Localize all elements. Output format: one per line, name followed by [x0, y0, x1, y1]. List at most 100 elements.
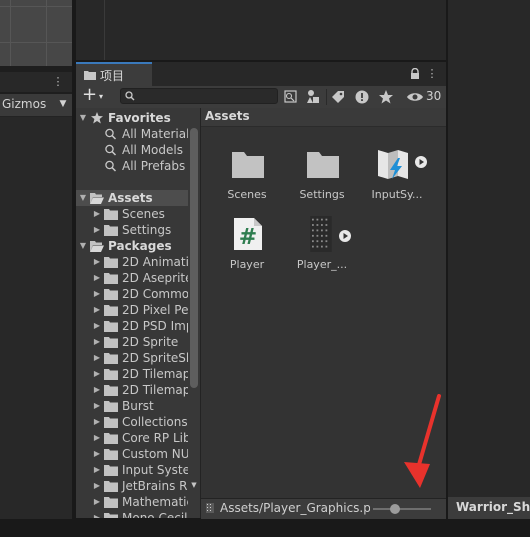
- collapse-arrow-icon[interactable]: ▶: [92, 254, 102, 270]
- scroll-down-icon[interactable]: ▼: [190, 480, 198, 490]
- tab-warrior-sheet[interactable]: Warrior_Shee: [456, 500, 530, 514]
- tree-item-favorite[interactable]: All Materials: [76, 126, 188, 142]
- type-filter-icon[interactable]: [304, 88, 324, 106]
- folder-icon: [104, 336, 118, 348]
- tree-favorites[interactable]: ▼ Favorites: [76, 110, 188, 126]
- tree-item-package[interactable]: ▶ Mathematics: [76, 494, 188, 510]
- expand-arrow-icon[interactable]: ▼: [78, 110, 88, 126]
- chevron-down-icon: ▾: [99, 92, 104, 101]
- folder-open-icon: [90, 192, 104, 204]
- tree-item-package[interactable]: ▶ Burst: [76, 398, 188, 414]
- folder-icon: [104, 304, 118, 316]
- collapse-arrow-icon[interactable]: ▶: [92, 302, 102, 318]
- folder-icon: [104, 352, 118, 364]
- gizmos-dropdown-icon[interactable]: ▼: [56, 97, 70, 111]
- spritesheet-icon: [310, 216, 332, 252]
- tree-item-package[interactable]: ▶ Custom NUnit: [76, 446, 188, 462]
- scene-view[interactable]: [0, 0, 72, 66]
- search-by-type-icon[interactable]: [280, 88, 300, 106]
- tree-item-favorite[interactable]: All Models: [76, 142, 188, 158]
- inspector-panel: [446, 0, 530, 497]
- collapse-arrow-icon[interactable]: ▶: [92, 318, 102, 334]
- tree-label: 2D Tilemap: [122, 383, 188, 397]
- collapse-arrow-icon[interactable]: ▶: [92, 334, 102, 350]
- folder-icon: [104, 224, 118, 236]
- tree-scroll-thumb[interactable]: [190, 128, 198, 388]
- collapse-arrow-icon[interactable]: ▶: [92, 286, 102, 302]
- hidden-packages-toggle[interactable]: 30: [406, 88, 444, 106]
- collapse-arrow-icon[interactable]: ▶: [92, 398, 102, 414]
- asset-tile[interactable]: Settings: [291, 146, 353, 218]
- star-icon: [90, 112, 104, 124]
- collapse-arrow-icon[interactable]: ▶: [92, 382, 102, 398]
- asset-tile[interactable]: Player_...: [291, 216, 353, 288]
- collapse-arrow-icon[interactable]: ▶: [92, 222, 102, 238]
- expand-asset-icon[interactable]: [415, 156, 427, 168]
- scene-menu-icon[interactable]: ⋮: [52, 75, 64, 89]
- script-glyph: #: [239, 225, 257, 250]
- collapse-arrow-icon[interactable]: ▶: [92, 366, 102, 382]
- collapse-arrow-icon[interactable]: ▶: [92, 350, 102, 366]
- tree-scrollbar[interactable]: ▼: [190, 116, 198, 489]
- collapse-arrow-icon[interactable]: ▶: [92, 270, 102, 286]
- zoom-slider[interactable]: [373, 503, 431, 515]
- panel-divider: [104, 0, 105, 60]
- tree-item-package[interactable]: ▶ 2D Pixel Perfect: [76, 302, 188, 318]
- expand-asset-icon[interactable]: [339, 230, 351, 242]
- tree-assets[interactable]: ▼ Assets: [76, 190, 188, 206]
- folder-icon: [104, 256, 118, 268]
- asset-tile[interactable]: InputSy...: [366, 146, 428, 218]
- tree-item-package[interactable]: ▶ Core RP Library: [76, 430, 188, 446]
- star-icon[interactable]: [376, 88, 396, 106]
- asset-tile[interactable]: Scenes: [216, 146, 278, 218]
- label-filter-icon[interactable]: [328, 88, 348, 106]
- folder-icon: [104, 512, 118, 518]
- folder-icon: [104, 208, 118, 220]
- tree-item-package[interactable]: ▶ 2D Tilemap: [76, 382, 188, 398]
- tree-item-package[interactable]: ▶ 2D Tilemap: [76, 366, 188, 382]
- tree-item-folder[interactable]: ▶ Settings: [76, 222, 188, 238]
- collapse-arrow-icon[interactable]: ▶: [92, 494, 102, 510]
- asset-tile[interactable]: # Player: [216, 216, 278, 288]
- tree-label: Settings: [122, 223, 172, 237]
- lock-icon[interactable]: [410, 68, 420, 80]
- log-filter-icon[interactable]: [352, 88, 372, 106]
- tree-packages[interactable]: ▼ Packages: [76, 238, 188, 254]
- eye-icon: [407, 93, 423, 101]
- zoom-handle[interactable]: [390, 504, 400, 514]
- search-input[interactable]: [137, 89, 273, 103]
- project-menu-icon[interactable]: ⋮: [426, 67, 438, 81]
- folder-icon: [104, 320, 118, 332]
- tree-item-package[interactable]: ▶ 2D SpriteShape: [76, 350, 188, 366]
- tree-item-favorite[interactable]: All Prefabs: [76, 158, 188, 174]
- collapse-arrow-icon[interactable]: ▶: [92, 446, 102, 462]
- collapse-arrow-icon[interactable]: ▶: [92, 206, 102, 222]
- tree-item-package[interactable]: ▶ 2D Sprite: [76, 334, 188, 350]
- tree-item-package[interactable]: ▶ JetBrains Rider: [76, 478, 188, 494]
- collapse-arrow-icon[interactable]: ▶: [92, 462, 102, 478]
- create-button[interactable]: + ▾: [82, 85, 112, 105]
- status-bar: Assets/Player_Graphics.pn: [201, 498, 446, 519]
- zoom-track[interactable]: [373, 508, 431, 510]
- folder-icon: [104, 384, 118, 396]
- tree-item-package[interactable]: ▶ 2D Animation: [76, 254, 188, 270]
- scene-lower-area: [0, 117, 72, 520]
- tree-label: 2D Aseprite: [122, 271, 188, 285]
- tree-item-package[interactable]: ▶ 2D Aseprite: [76, 270, 188, 286]
- collapse-arrow-icon[interactable]: ▶: [92, 430, 102, 446]
- tree-label: 2D PSD Importer: [122, 319, 188, 333]
- collapse-arrow-icon[interactable]: ▶: [92, 478, 102, 494]
- collapse-arrow-icon[interactable]: ▶: [92, 510, 102, 518]
- tree-item-folder[interactable]: ▶ Scenes: [76, 206, 188, 222]
- expand-arrow-icon[interactable]: ▼: [78, 238, 88, 254]
- tree-item-package[interactable]: ▶ Input System: [76, 462, 188, 478]
- breadcrumb-assets[interactable]: Assets: [205, 109, 250, 123]
- tree-item-package[interactable]: ▶ Mono Cecil: [76, 510, 188, 518]
- tree-item-package[interactable]: ▶ 2D Common: [76, 286, 188, 302]
- expand-arrow-icon[interactable]: ▼: [78, 190, 88, 206]
- tab-project[interactable]: 项目: [76, 62, 152, 86]
- collapse-arrow-icon[interactable]: ▶: [92, 414, 102, 430]
- tree-item-package[interactable]: ▶ Collections: [76, 414, 188, 430]
- gizmos-button[interactable]: Gizmos: [2, 95, 52, 113]
- tree-item-package[interactable]: ▶ 2D PSD Importer: [76, 318, 188, 334]
